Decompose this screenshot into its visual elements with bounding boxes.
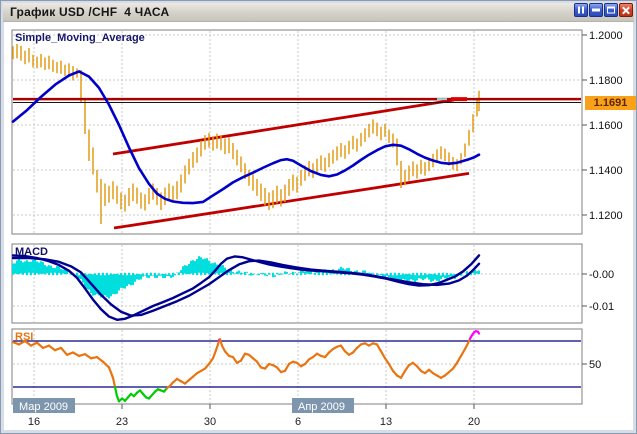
price-axis-label: 1.1800	[589, 75, 623, 87]
window-buttons	[574, 3, 633, 17]
date-axis-label: 30	[204, 416, 216, 428]
macd-indicator-label: MACD	[15, 246, 48, 258]
window-title: График USD /CHF 4 ЧАСА	[10, 5, 170, 19]
maximize-icon	[607, 6, 615, 14]
pause-icon	[578, 6, 584, 14]
price-axis-label: 1.1600	[589, 120, 623, 132]
month-label: Апр 2009	[298, 401, 345, 413]
sma-indicator-label: Simple_Moving_Average	[15, 32, 145, 44]
date-axis-label: 16	[28, 416, 40, 428]
macd-axis-label: -0.01	[589, 301, 614, 313]
chart-canvas[interactable]: 1.2000 1.1800 1.1600 1.1400 1.1200 -0.00 -0.01…	[1, 1, 637, 434]
close-button[interactable]	[619, 3, 633, 17]
rsi-axis-label: 50	[589, 359, 601, 371]
pause-button[interactable]	[574, 3, 588, 17]
date-axis-label: 6	[295, 416, 301, 428]
current-price-tag: 1.1691	[585, 96, 636, 110]
rsi-panel	[11, 328, 583, 405]
price-axis-label: 1.2000	[589, 30, 623, 42]
date-axis-label: 23	[116, 416, 128, 428]
price-axis-label: 1.1200	[589, 210, 623, 222]
minimize-button[interactable]	[589, 3, 603, 17]
main-price-panel	[11, 29, 583, 235]
date-axis-label: 13	[380, 416, 392, 428]
close-icon	[622, 6, 631, 15]
rsi-indicator-label: RSI	[15, 331, 34, 343]
date-axis-label: 20	[468, 416, 480, 428]
window-titlebar[interactable]: График USD /CHF 4 ЧАСА	[3, 3, 634, 22]
month-label: Мар 2009	[19, 401, 68, 413]
minimize-icon	[592, 8, 600, 12]
macd-axis-label: -0.00	[589, 269, 614, 281]
maximize-button[interactable]	[604, 3, 618, 17]
chart-window: 1.2000 1.1800 1.1600 1.1400 1.1200 -0.00 -0.01…	[0, 0, 637, 434]
price-axis-label: 1.1400	[589, 165, 623, 177]
